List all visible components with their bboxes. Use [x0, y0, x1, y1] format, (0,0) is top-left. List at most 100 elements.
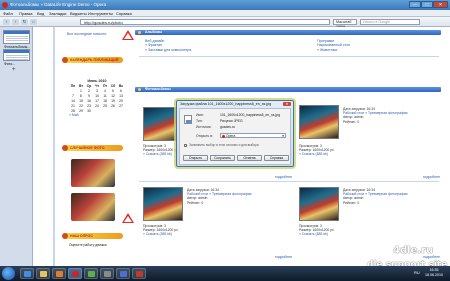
tab-thumbnail-2[interactable] — [3, 49, 30, 61]
remember-checkbox[interactable] — [184, 144, 187, 147]
menu-item-bookmarks[interactable]: Закладки — [49, 11, 66, 16]
open-with-select[interactable]: Opera ▾ — [220, 133, 286, 138]
menu-item-tools[interactable]: Инструменты — [88, 11, 113, 16]
tab-panel: Фотоальбомы... Фото... + — [0, 27, 33, 266]
window-title-bar: Фотоальбомы » DataLife Engine Demo - Ope… — [0, 0, 450, 10]
open-with-value: Opera — [226, 134, 236, 138]
dialog-title: Загрузка файла 101_1600x1200_happiness5_… — [180, 102, 272, 106]
watermark-line-1: 4dle.ru — [393, 245, 434, 256]
address-bar[interactable]: http://gosdes.ru/photo — [80, 19, 330, 25]
name-label: Имя: — [196, 113, 204, 117]
system-clock[interactable]: 16:35 18.06.2010 — [425, 268, 443, 278]
sidebar-link-all-news[interactable]: Все последние новости — [67, 32, 106, 36]
start-button[interactable] — [2, 267, 15, 280]
calendar-grid: Пн Вт Ср Чт Пт Сб Вс 1 2 3 4 5 6 7 8 9 10 11 12 13 14 15 16 17… — [69, 83, 125, 113]
cancel-button[interactable]: Отмена — [237, 155, 262, 161]
open-button[interactable]: Открыть — [183, 155, 208, 161]
photo-card-info: Дата загрузки: 16:34 Рабочий стол » Трех… — [343, 107, 408, 124]
calendar-box-title: КАЛЕНДАРЬ ПУБЛИКАЦИЙ — [62, 57, 123, 63]
random-photo-image[interactable] — [71, 159, 115, 187]
warning-sign-icon — [122, 30, 134, 40]
window-title: Фотоальбомы » DataLife Engine Demo - Ope… — [10, 2, 107, 7]
calendar-day — [93, 108, 101, 113]
remember-label: Запомнить выбор в этих сессиях и для выб… — [189, 143, 259, 147]
photo-thumbnail[interactable] — [143, 187, 183, 221]
type-label: Тип: — [196, 119, 203, 123]
home-icon[interactable]: ⌂ — [30, 19, 37, 25]
new-tab-button[interactable]: + — [12, 67, 16, 73]
menu-item-help[interactable]: Справка — [116, 11, 132, 16]
album-link[interactable]: » Животные — [317, 48, 350, 52]
type-value: Рисунок JPEG — [220, 119, 243, 123]
more-link[interactable]: подробнее — [423, 175, 440, 179]
source-value: gosdes.ru — [220, 125, 235, 129]
help-button[interactable]: Справка — [264, 155, 289, 161]
calendar-day — [109, 108, 117, 113]
poll-question: Оцените работу движка — [69, 243, 107, 247]
menu-item-widgets[interactable]: Виджеты — [70, 11, 87, 16]
divider — [139, 181, 439, 182]
taskbar-app-icon[interactable] — [100, 268, 114, 279]
calendar-day[interactable]: 30 — [85, 108, 93, 113]
language-indicator[interactable]: RU — [414, 270, 420, 275]
photos-header: Фотоальбомы — [135, 87, 441, 92]
image-file-icon — [184, 115, 192, 124]
taskbar-app-icon[interactable] — [116, 268, 130, 279]
clock-date: 18.06.2010 — [425, 273, 443, 277]
taskbar-ie-icon[interactable] — [20, 268, 34, 279]
random-photo-box-title: СЛУЧАЙНОЕ ФОТО — [62, 145, 123, 151]
save-button[interactable]: Сохранить — [210, 155, 235, 161]
tab-label-2[interactable]: Фото... — [4, 62, 15, 66]
menu-bar: Файл Правка Вид Закладки Виджеты Инструм… — [0, 10, 450, 17]
calendar: Июнь 2010 Пн Вт Ср Чт Пт Сб Вс 1 2 3 4 5 6 7 8 9 10 11 12… — [69, 79, 125, 117]
navigation-toolbar: ‹ › ↻ ⌂ http://gosdes.ru/photo Масштаб 1… — [0, 17, 450, 29]
back-arrow-icon[interactable]: ‹ — [3, 19, 10, 25]
more-link[interactable]: подробнее — [275, 255, 292, 259]
random-photo-image-2[interactable] — [71, 193, 115, 221]
photo-thumbnail[interactable] — [299, 187, 339, 221]
maximize-button[interactable]: □ — [421, 1, 433, 8]
taskbar-opera-icon[interactable] — [68, 268, 82, 279]
photo-meta: Просмотров: 3 Размер: 1600x1200 px » Ска… — [143, 224, 178, 237]
taskbar-media-icon[interactable] — [52, 268, 66, 279]
opera-logo-icon — [2, 2, 8, 8]
albums-header: Альбомы — [135, 30, 441, 35]
open-with-label: Открыть в: — [196, 134, 214, 138]
photo-thumbnail[interactable] — [299, 105, 339, 139]
dialog-body: Имя: 101_1600x1200_happiness5_en_ss.jpg … — [179, 108, 291, 165]
album-link[interactable]: » Заставки для компьютера — [145, 48, 191, 52]
source-label: Источник: — [196, 125, 212, 129]
close-button[interactable]: ✕ — [433, 1, 448, 8]
photo-meta: Просмотров: 3 Размер: 1600x1200 px » Ска… — [143, 144, 178, 157]
taskbar-folder-icon[interactable] — [36, 268, 50, 279]
poll-box-title: НАШ ОПРОС — [62, 233, 123, 239]
menu-item-edit[interactable]: Правка — [19, 11, 33, 16]
dialog-close-button[interactable]: ✕ — [283, 102, 291, 106]
calendar-prev-month[interactable]: « Май — [69, 113, 78, 117]
taskbar-app-icon[interactable] — [84, 268, 98, 279]
download-dialog: Загрузка файла 101_1600x1200_happiness5_… — [176, 100, 294, 167]
photo-meta: Просмотров: 3 Размер: 1600x1200 px » Ска… — [299, 224, 334, 237]
photo-card-info: Дата загрузки: 16:34 Рабочий стол » Трех… — [343, 188, 408, 205]
reload-icon[interactable]: ↻ — [21, 19, 28, 25]
photo-meta: Просмотров: 3 Размер: 1600x1200 px » Ска… — [299, 144, 334, 157]
menu-item-view[interactable]: Вид — [37, 11, 44, 16]
zoom-select[interactable]: Масштаб 100% — [333, 19, 357, 29]
minimize-button[interactable]: — — [409, 1, 421, 8]
opera-icon — [222, 134, 225, 138]
albums-links-right: Программ Нарисованный стол » Животные — [317, 39, 350, 52]
menu-item-file[interactable]: Файл — [3, 11, 13, 16]
taskbar-app-icon[interactable] — [132, 268, 146, 279]
albums-links-left: Веб-дизайн » Фрактал » Заставки для комп… — [145, 39, 191, 52]
search-input[interactable]: Искать в Google — [360, 19, 420, 25]
tab-thumbnail-1[interactable] — [3, 30, 30, 44]
divider — [139, 56, 439, 57]
chevron-down-icon: ▾ — [282, 134, 284, 138]
forward-arrow-icon[interactable]: › — [12, 19, 19, 25]
name-value: 101_1600x1200_happiness5_en_ss.jpg — [220, 113, 280, 117]
address-text: http://gosdes.ru/photo — [84, 20, 123, 25]
more-link[interactable]: подробнее — [275, 175, 292, 179]
photo-card-info: Дата загрузки: 16:34 Рабочий стол » Трех… — [187, 188, 252, 205]
warning-sign-icon-2 — [122, 213, 134, 223]
calendar-day — [117, 108, 125, 113]
